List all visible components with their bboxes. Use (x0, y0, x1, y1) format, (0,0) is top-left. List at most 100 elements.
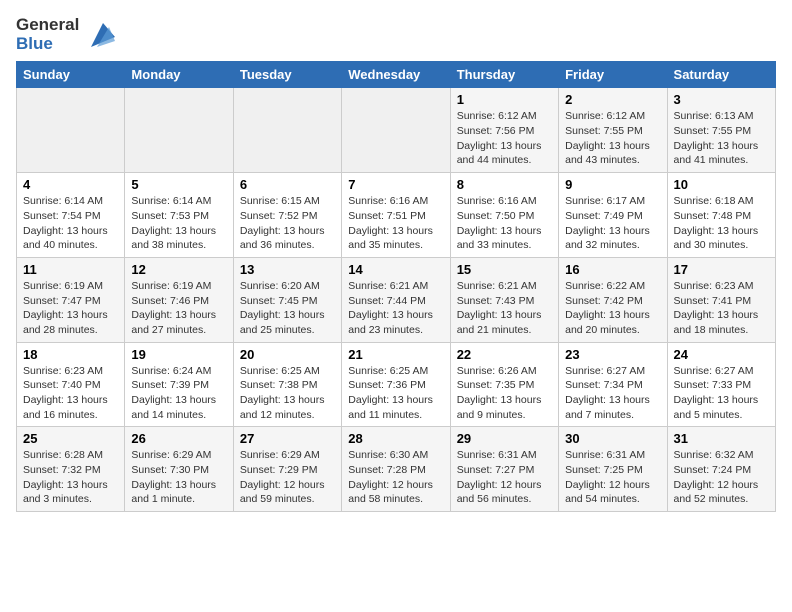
day-number: 9 (565, 177, 660, 192)
day-number: 12 (131, 262, 226, 277)
day-info: Sunrise: 6:31 AMSunset: 7:25 PMDaylight:… (565, 448, 660, 507)
day-info: Sunrise: 6:21 AMSunset: 7:44 PMDaylight:… (348, 279, 443, 338)
day-info: Sunrise: 6:20 AMSunset: 7:45 PMDaylight:… (240, 279, 335, 338)
day-number: 23 (565, 347, 660, 362)
day-number: 26 (131, 431, 226, 446)
day-info: Sunrise: 6:26 AMSunset: 7:35 PMDaylight:… (457, 364, 552, 423)
day-info: Sunrise: 6:25 AMSunset: 7:38 PMDaylight:… (240, 364, 335, 423)
calendar-cell (125, 88, 233, 173)
weekday-header-friday: Friday (559, 62, 667, 88)
logo-general: General (16, 16, 79, 35)
calendar-cell (17, 88, 125, 173)
calendar-cell: 22Sunrise: 6:26 AMSunset: 7:35 PMDayligh… (450, 342, 558, 427)
day-number: 21 (348, 347, 443, 362)
day-number: 25 (23, 431, 118, 446)
weekday-header-wednesday: Wednesday (342, 62, 450, 88)
day-info: Sunrise: 6:19 AMSunset: 7:47 PMDaylight:… (23, 279, 118, 338)
day-info: Sunrise: 6:23 AMSunset: 7:40 PMDaylight:… (23, 364, 118, 423)
calendar-cell: 18 Sunrise: 6:23 AMSunset: 7:40 PMDayligh… (17, 342, 125, 427)
day-number: 31 (674, 431, 769, 446)
day-info: Sunrise: 6:14 AMSunset: 7:54 PMDaylight:… (23, 194, 118, 253)
calendar-cell: 21 Sunrise: 6:25 AMSunset: 7:36 PMDayligh… (342, 342, 450, 427)
calendar-cell: 4 Sunrise: 6:14 AMSunset: 7:54 PMDaylight… (17, 173, 125, 258)
calendar-cell: 25 Sunrise: 6:28 AMSunset: 7:32 PMDayligh… (17, 427, 125, 512)
day-info: Sunrise: 6:24 AMSunset: 7:39 PMDaylight:… (131, 364, 226, 423)
day-number: 17 (674, 262, 769, 277)
day-number: 7 (348, 177, 443, 192)
day-number: 6 (240, 177, 335, 192)
day-number: 27 (240, 431, 335, 446)
day-number: 10 (674, 177, 769, 192)
calendar-cell: 30 Sunrise: 6:31 AMSunset: 7:25 PMDayligh… (559, 427, 667, 512)
day-number: 2 (565, 92, 660, 107)
day-number: 3 (674, 92, 769, 107)
day-info: Sunrise: 6:32 AMSunset: 7:24 PMDaylight:… (674, 448, 769, 507)
day-info: Sunrise: 6:28 AMSunset: 7:32 PMDaylight:… (23, 448, 118, 507)
calendar-cell: 2 Sunrise: 6:12 AMSunset: 7:55 PMDaylight… (559, 88, 667, 173)
day-info: Sunrise: 6:12 AMSunset: 7:55 PMDaylight:… (565, 109, 660, 168)
day-info: Sunrise: 6:22 AMSunset: 7:42 PMDaylight:… (565, 279, 660, 338)
day-number: 18 (23, 347, 118, 362)
weekday-header-saturday: Saturday (667, 62, 775, 88)
day-info: Sunrise: 6:29 AMSunset: 7:29 PMDaylight:… (240, 448, 335, 507)
calendar-cell: 7 Sunrise: 6:16 AMSunset: 7:51 PMDaylight… (342, 173, 450, 258)
day-info: Sunrise: 6:31 AMSunset: 7:27 PMDaylight:… (457, 448, 552, 507)
calendar-cell (233, 88, 341, 173)
page-header: General Blue (16, 16, 776, 53)
calendar-cell: 29 Sunrise: 6:31 AMSunset: 7:27 PMDayligh… (450, 427, 558, 512)
day-info: Sunrise: 6:16 AMSunset: 7:50 PMDaylight:… (457, 194, 552, 253)
calendar-cell (342, 88, 450, 173)
day-number: 29 (457, 431, 552, 446)
day-number: 8 (457, 177, 552, 192)
calendar-cell: 19 Sunrise: 6:24 AMSunset: 7:39 PMDayligh… (125, 342, 233, 427)
day-info: Sunrise: 6:27 AMSunset: 7:33 PMDaylight:… (674, 364, 769, 423)
calendar-cell: 24 Sunrise: 6:27 AMSunset: 7:33 PMDayligh… (667, 342, 775, 427)
day-number: 28 (348, 431, 443, 446)
day-number: 30 (565, 431, 660, 446)
day-info: Sunrise: 6:17 AMSunset: 7:49 PMDaylight:… (565, 194, 660, 253)
weekday-header-tuesday: Tuesday (233, 62, 341, 88)
calendar-table: SundayMondayTuesdayWednesdayThursdayFrid… (16, 61, 776, 512)
day-info: Sunrise: 6:16 AMSunset: 7:51 PMDaylight:… (348, 194, 443, 253)
calendar-cell: 1Sunrise: 6:12 AMSunset: 7:56 PMDaylight… (450, 88, 558, 173)
weekday-header-sunday: Sunday (17, 62, 125, 88)
day-info: Sunrise: 6:29 AMSunset: 7:30 PMDaylight:… (131, 448, 226, 507)
day-info: Sunrise: 6:27 AMSunset: 7:34 PMDaylight:… (565, 364, 660, 423)
day-info: Sunrise: 6:21 AMSunset: 7:43 PMDaylight:… (457, 279, 552, 338)
calendar-cell: 20Sunrise: 6:25 AMSunset: 7:38 PMDayligh… (233, 342, 341, 427)
calendar-cell: 31 Sunrise: 6:32 AMSunset: 7:24 PMDayligh… (667, 427, 775, 512)
day-info: Sunrise: 6:23 AMSunset: 7:41 PMDaylight:… (674, 279, 769, 338)
day-info: Sunrise: 6:12 AMSunset: 7:56 PMDaylight:… (457, 109, 552, 168)
calendar-cell: 26 Sunrise: 6:29 AMSunset: 7:30 PMDayligh… (125, 427, 233, 512)
logo: General Blue (16, 16, 115, 53)
calendar-cell: 11Sunrise: 6:19 AMSunset: 7:47 PMDayligh… (17, 257, 125, 342)
calendar-cell: 10Sunrise: 6:18 AMSunset: 7:48 PMDayligh… (667, 173, 775, 258)
day-info: Sunrise: 6:25 AMSunset: 7:36 PMDaylight:… (348, 364, 443, 423)
day-number: 5 (131, 177, 226, 192)
calendar-cell: 3 Sunrise: 6:13 AMSunset: 7:55 PMDaylight… (667, 88, 775, 173)
calendar-cell: 16Sunrise: 6:22 AMSunset: 7:42 PMDayligh… (559, 257, 667, 342)
day-info: Sunrise: 6:19 AMSunset: 7:46 PMDaylight:… (131, 279, 226, 338)
day-number: 13 (240, 262, 335, 277)
calendar-cell: 6Sunrise: 6:15 AMSunset: 7:52 PMDaylight… (233, 173, 341, 258)
day-number: 14 (348, 262, 443, 277)
day-info: Sunrise: 6:14 AMSunset: 7:53 PMDaylight:… (131, 194, 226, 253)
day-info: Sunrise: 6:13 AMSunset: 7:55 PMDaylight:… (674, 109, 769, 168)
calendar-cell: 13 Sunrise: 6:20 AMSunset: 7:45 PMDayligh… (233, 257, 341, 342)
day-number: 4 (23, 177, 118, 192)
calendar-cell: 5 Sunrise: 6:14 AMSunset: 7:53 PMDaylight… (125, 173, 233, 258)
day-number: 15 (457, 262, 552, 277)
weekday-header-thursday: Thursday (450, 62, 558, 88)
calendar-cell: 27 Sunrise: 6:29 AMSunset: 7:29 PMDayligh… (233, 427, 341, 512)
calendar-cell: 23 Sunrise: 6:27 AMSunset: 7:34 PMDayligh… (559, 342, 667, 427)
calendar-cell: 28 Sunrise: 6:30 AMSunset: 7:28 PMDayligh… (342, 427, 450, 512)
calendar-cell: 12 Sunrise: 6:19 AMSunset: 7:46 PMDayligh… (125, 257, 233, 342)
calendar-cell: 15 Sunrise: 6:21 AMSunset: 7:43 PMDayligh… (450, 257, 558, 342)
day-number: 24 (674, 347, 769, 362)
calendar-cell: 17 Sunrise: 6:23 AMSunset: 7:41 PMDayligh… (667, 257, 775, 342)
day-info: Sunrise: 6:30 AMSunset: 7:28 PMDaylight:… (348, 448, 443, 507)
day-number: 19 (131, 347, 226, 362)
calendar-cell: 14 Sunrise: 6:21 AMSunset: 7:44 PMDayligh… (342, 257, 450, 342)
weekday-header-monday: Monday (125, 62, 233, 88)
logo-icon (83, 19, 115, 51)
